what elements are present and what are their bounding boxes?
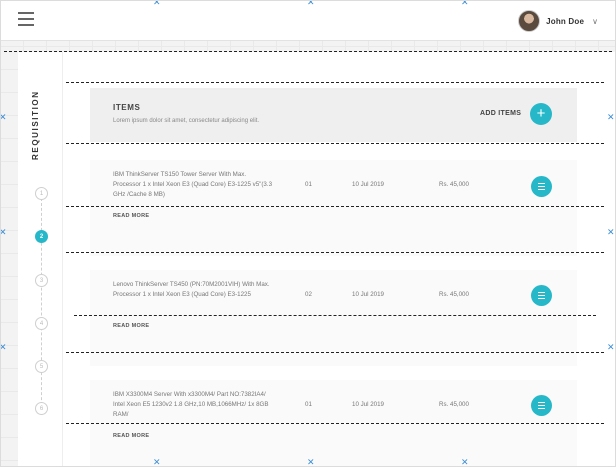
page-frame (0, 0, 616, 467)
